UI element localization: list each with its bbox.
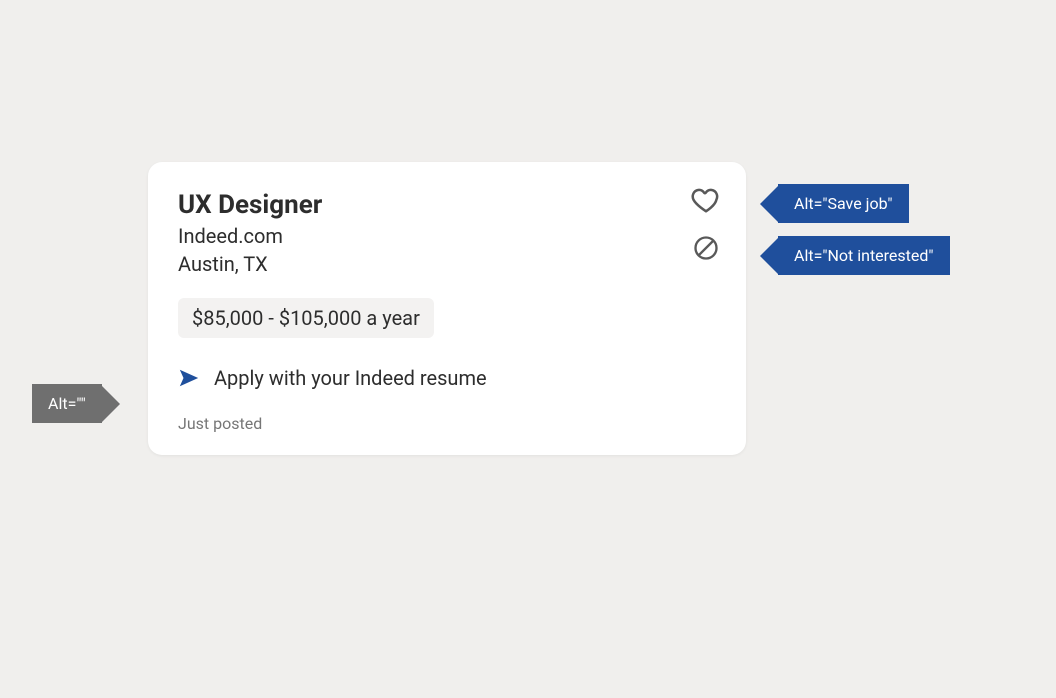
job-card: UX Designer Indeed.com Austin, TX $85,00… <box>148 162 746 455</box>
annotation-save-job: Alt="Save job" <box>760 184 909 223</box>
annotation-text: Alt="" <box>32 384 102 423</box>
salary-chip: $85,000 - $105,000 a year <box>178 298 434 338</box>
annotation-text: Alt="Save job" <box>778 184 909 223</box>
card-actions <box>690 186 722 266</box>
pointer-left-icon <box>760 238 778 274</box>
pointer-left-icon <box>760 186 778 222</box>
job-location: Austin, TX <box>178 252 716 276</box>
apply-text: Apply with your Indeed resume <box>214 366 487 390</box>
heart-icon <box>691 185 721 219</box>
pointer-right-icon <box>102 386 120 422</box>
send-icon <box>178 367 200 389</box>
apply-row[interactable]: Apply with your Indeed resume <box>178 366 716 390</box>
annotation-text: Alt="Not interested" <box>778 236 950 275</box>
save-job-button[interactable] <box>690 186 722 218</box>
posted-label: Just posted <box>178 414 716 433</box>
annotation-not-interested: Alt="Not interested" <box>760 236 950 275</box>
block-icon <box>692 234 720 266</box>
annotation-empty-alt: Alt="" <box>32 384 120 423</box>
not-interested-button[interactable] <box>690 234 722 266</box>
job-title: UX Designer <box>178 190 716 220</box>
company-name: Indeed.com <box>178 224 716 248</box>
